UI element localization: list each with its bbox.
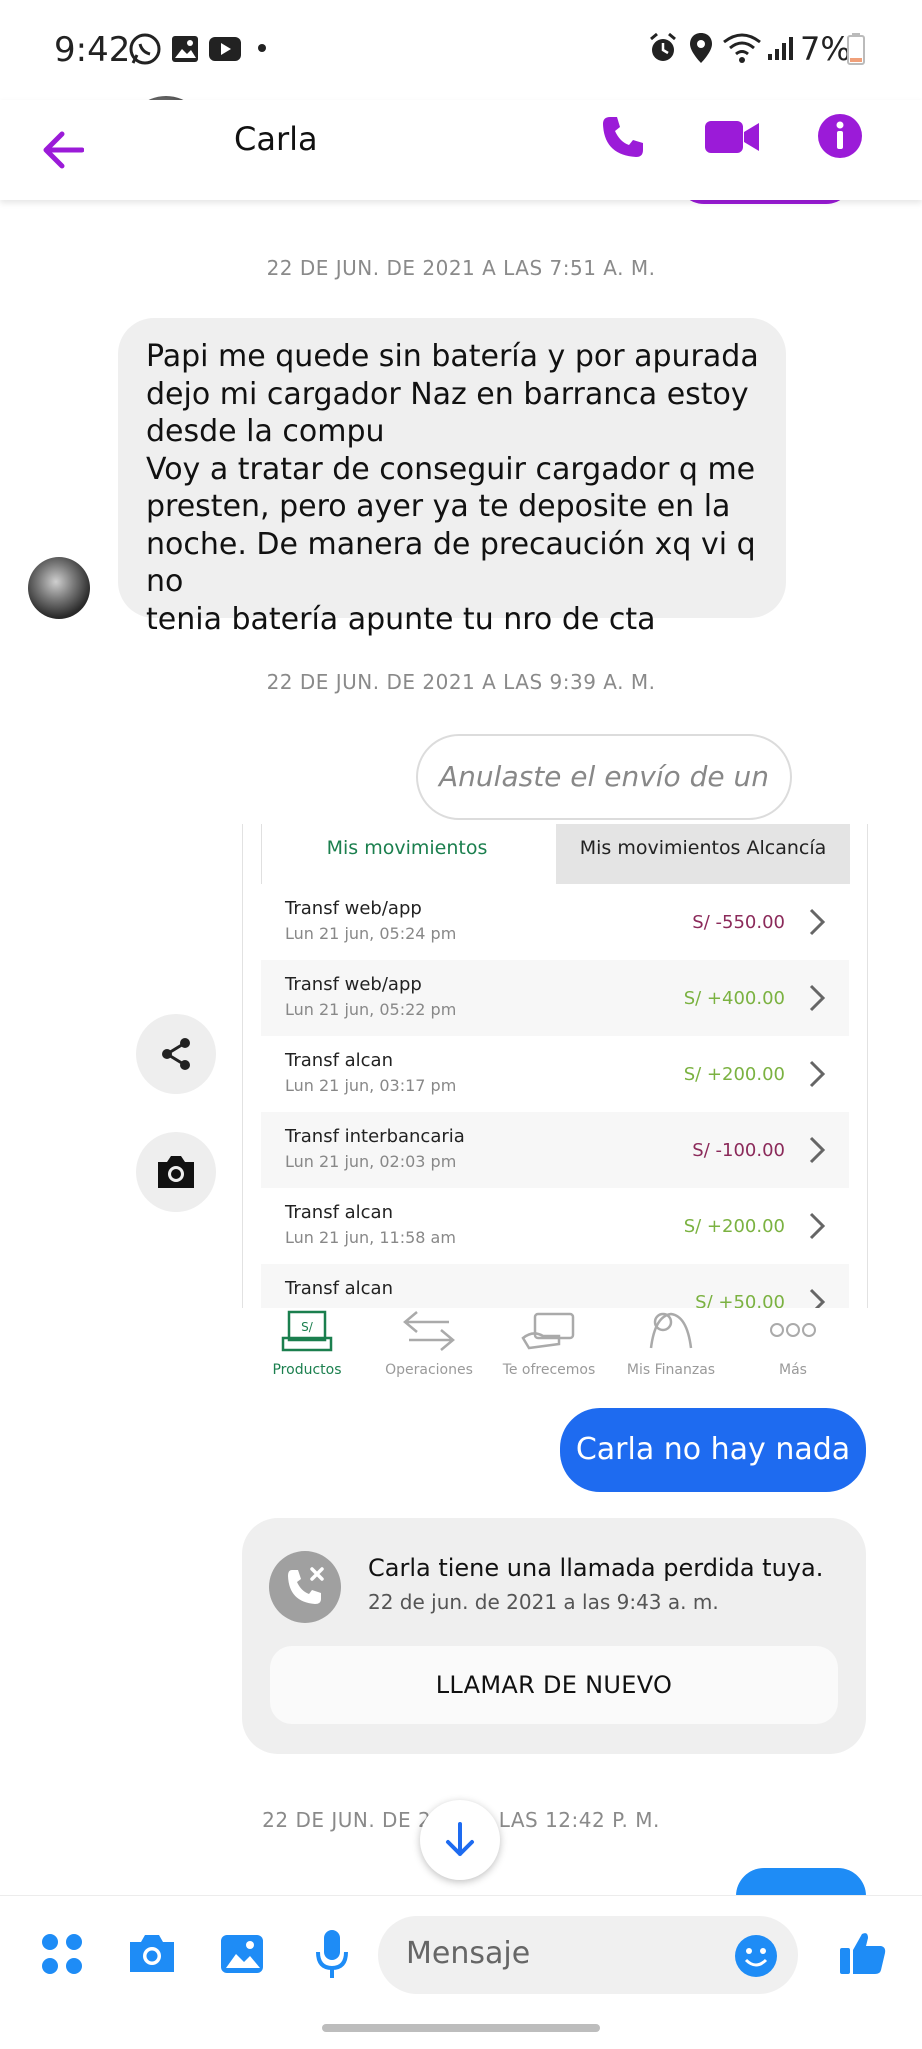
transaction-date: Lun 21 jun, 05:24 pm bbox=[285, 924, 457, 943]
transaction-title: Transf web/app bbox=[285, 974, 422, 995]
transaction-row[interactable]: Transf alcan Lun 21 jun, 11:58 am S/ +200.… bbox=[261, 1188, 849, 1265]
contact-name[interactable]: Carla bbox=[234, 120, 318, 158]
chevron-right-icon bbox=[809, 1136, 826, 1164]
nav-productos-label: Productos bbox=[272, 1362, 342, 1378]
nav-operaciones-label: Operaciones bbox=[385, 1362, 473, 1378]
transaction-row[interactable]: Transf web/app Lun 21 jun, 05:22 pm S/ +40… bbox=[261, 960, 849, 1037]
transaction-title: Transf interbancaria bbox=[285, 1126, 465, 1147]
nav-mis-finanzas: Mis Finanzas bbox=[616, 1308, 726, 1378]
youtube-notification-icon bbox=[209, 37, 241, 61]
missed-call-text: Carla tiene una llamada perdida tuya. bbox=[368, 1554, 824, 1582]
camera-icon bbox=[158, 1156, 194, 1188]
transaction-amount: S/ -100.00 bbox=[692, 1140, 785, 1161]
unsent-message-notice: Anulaste el envío de un mensaje bbox=[416, 734, 792, 875]
nav-mis-finanzas-label: Mis Finanzas bbox=[626, 1362, 716, 1378]
info-icon[interactable] bbox=[816, 112, 864, 160]
transaction-row[interactable]: Transf alcan Lun 21 jun, 03:17 pm S/ +200.… bbox=[261, 1036, 849, 1113]
signal-icon bbox=[768, 37, 793, 60]
nav-mas: Más bbox=[738, 1308, 848, 1378]
missed-call-icon bbox=[269, 1551, 341, 1623]
chat-header: Carla bbox=[0, 100, 922, 200]
transaction-amount: S/ +200.00 bbox=[683, 1216, 785, 1237]
camera-reply-button[interactable] bbox=[136, 1132, 216, 1212]
more-notifications-dot bbox=[258, 44, 266, 52]
wifi-icon bbox=[723, 33, 761, 63]
shared-bank-screenshot[interactable]: Mis movimientos Mis movimientos Alcancía… bbox=[242, 824, 868, 1308]
scroll-to-bottom-button[interactable] bbox=[420, 1800, 500, 1880]
status-bar: 9:42 7% bbox=[0, 0, 922, 100]
chevron-right-icon bbox=[809, 1212, 826, 1240]
chevron-right-icon bbox=[809, 1060, 826, 1088]
battery-icon bbox=[847, 33, 865, 65]
transfer-arrows-icon bbox=[403, 1311, 455, 1351]
offer-card-icon bbox=[521, 1312, 575, 1350]
transaction-title: Transf alcan bbox=[285, 1202, 393, 1223]
share-button[interactable] bbox=[136, 1014, 216, 1094]
nav-mas-label: Más bbox=[779, 1362, 807, 1378]
share-icon bbox=[162, 1038, 190, 1070]
transaction-title: Transf alcan bbox=[285, 1050, 393, 1071]
transaction-amount: S/ +400.00 bbox=[683, 988, 785, 1009]
nav-productos: S/ Productos bbox=[252, 1308, 362, 1378]
bank-tabs: Mis movimientos Mis movimientos Alcancía bbox=[261, 824, 850, 884]
sent-message-bubble[interactable]: Carla no hay nada bbox=[560, 1408, 866, 1492]
incoming-message-text: Papi me quede sin batería y por apurada … bbox=[146, 339, 759, 637]
chevron-right-icon bbox=[809, 984, 826, 1012]
bank-bottom-nav: S/ Productos Operaciones Te ofrecemos Mi… bbox=[242, 1308, 866, 1404]
date-separator: 22 DE JUN. DE 2021 A LAS 9:39 A. M. bbox=[266, 670, 656, 694]
status-time: 9:42 bbox=[54, 30, 131, 70]
emoji-icon[interactable] bbox=[734, 1934, 778, 1978]
finances-icon bbox=[649, 1312, 693, 1349]
transaction-row[interactable]: Transf web/app Lun 21 jun, 05:24 pm S/ -55… bbox=[261, 884, 849, 961]
transaction-title: Transf web/app bbox=[285, 898, 422, 919]
location-icon bbox=[690, 33, 712, 63]
date-separator: 22 DE JUN. DE 2021 A LAS 7:51 A. M. bbox=[266, 256, 656, 280]
message-input-placeholder: Mensaje bbox=[406, 1936, 531, 1971]
battery-percent: 7% bbox=[800, 30, 851, 68]
tab-mis-movimientos[interactable]: Mis movimientos bbox=[262, 824, 552, 884]
whatsapp-notification-icon bbox=[129, 33, 161, 65]
transaction-row[interactable]: Transf alcan S/ +50.00 bbox=[261, 1264, 849, 1308]
like-icon[interactable] bbox=[838, 1928, 888, 1978]
gallery-icon[interactable] bbox=[218, 1932, 266, 1976]
message-input[interactable]: Mensaje bbox=[378, 1916, 798, 1994]
gallery-notification-icon bbox=[172, 36, 198, 62]
video-camera-icon[interactable] bbox=[704, 120, 760, 154]
chevron-right-icon bbox=[809, 1288, 826, 1308]
camera-icon[interactable] bbox=[126, 1932, 178, 1976]
back-arrow-icon[interactable] bbox=[40, 130, 84, 170]
nav-te-ofrecemos: Te ofrecemos bbox=[494, 1308, 604, 1378]
menu-dots-icon[interactable] bbox=[40, 1932, 84, 1976]
missed-call-card: Carla tiene una llamada perdida tuya. 22… bbox=[242, 1518, 866, 1754]
transaction-date: Lun 21 jun, 05:22 pm bbox=[285, 1000, 457, 1019]
microphone-icon[interactable] bbox=[314, 1928, 350, 1980]
next-sent-bubble bbox=[736, 1868, 866, 1896]
transactions-list: Transf web/app Lun 21 jun, 05:24 pm S/ -55… bbox=[261, 884, 849, 1308]
transaction-date: Lun 21 jun, 11:58 am bbox=[285, 1228, 456, 1247]
transaction-date: Lun 21 jun, 02:03 pm bbox=[285, 1152, 457, 1171]
home-indicator bbox=[322, 2024, 600, 2032]
tab-mis-movimientos-alcancia[interactable]: Mis movimientos Alcancía bbox=[556, 824, 850, 884]
transaction-title: Transf alcan bbox=[285, 1278, 393, 1299]
nav-operaciones: Operaciones bbox=[374, 1308, 484, 1378]
phone-icon[interactable] bbox=[600, 114, 646, 160]
transaction-row[interactable]: Transf interbancaria Lun 21 jun, 02:03 pm… bbox=[261, 1112, 849, 1189]
incoming-message-bubble[interactable]: Papi me quede sin batería y por apurada … bbox=[118, 318, 786, 637]
transaction-amount: S/ -550.00 bbox=[692, 912, 785, 933]
transaction-amount: S/ +200.00 bbox=[683, 1064, 785, 1085]
productos-icon: S/ bbox=[281, 1310, 333, 1352]
nav-te-ofrecemos-label: Te ofrecemos bbox=[502, 1362, 596, 1378]
arrow-down-icon bbox=[446, 1822, 474, 1856]
transaction-date: Lun 21 jun, 03:17 pm bbox=[285, 1076, 457, 1095]
more-dots-icon bbox=[770, 1323, 816, 1337]
transaction-amount: S/ +50.00 bbox=[695, 1292, 785, 1308]
sender-avatar bbox=[28, 557, 90, 619]
svg-text:S/: S/ bbox=[301, 1320, 314, 1334]
call-again-button[interactable]: LLAMAR DE NUEVO bbox=[270, 1646, 838, 1724]
chevron-right-icon bbox=[809, 908, 826, 936]
missed-call-timestamp: 22 de jun. de 2021 a las 9:43 a. m. bbox=[368, 1590, 719, 1614]
alarm-icon bbox=[650, 32, 676, 61]
